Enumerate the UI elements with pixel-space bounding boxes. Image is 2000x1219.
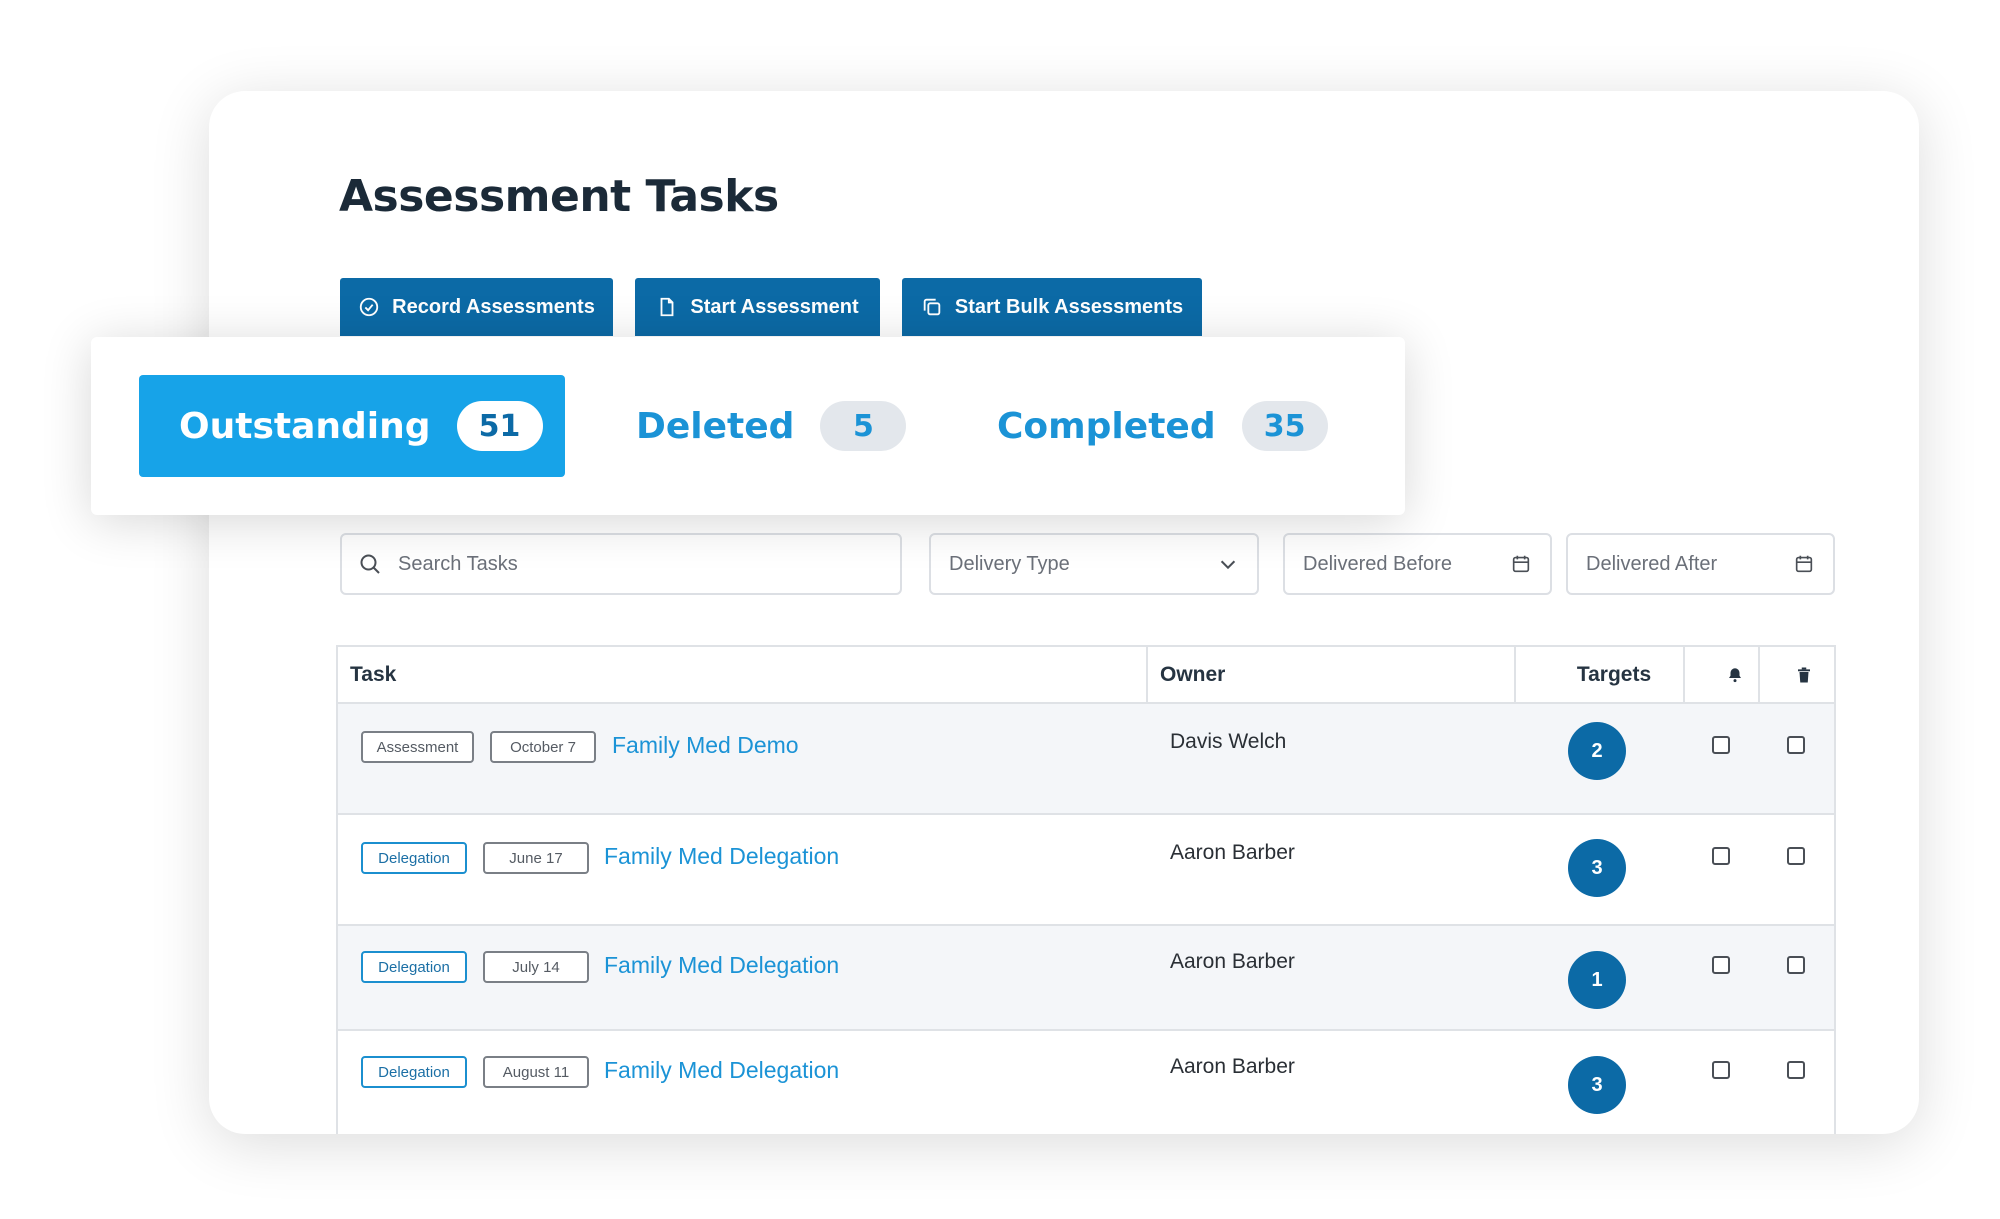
record-assessments-button[interactable]: Record Assessments (340, 278, 613, 336)
delivery-type-value: Delivery Type (949, 552, 1070, 575)
delivered-after-field[interactable]: Delivered After (1566, 533, 1835, 595)
task-link[interactable]: Family Med Delegation (604, 843, 839, 870)
task-owner: Aaron Barber (1170, 1055, 1295, 1078)
delete-checkbox[interactable] (1787, 1061, 1805, 1079)
task-link[interactable]: Family Med Delegation (604, 952, 839, 979)
delivered-before-placeholder: Delivered Before (1303, 552, 1452, 575)
tab-completed-label: Completed (997, 405, 1216, 447)
targets-count-badge[interactable]: 1 (1568, 951, 1626, 1009)
delivered-after-placeholder: Delivered After (1586, 552, 1718, 575)
search-field[interactable] (340, 533, 902, 595)
copy-documents-icon (923, 298, 941, 316)
column-header-targets: Targets (1576, 662, 1652, 686)
task-date-tag: July 14 (483, 951, 589, 983)
chevron-down-icon (1220, 560, 1236, 570)
start-assessment-button[interactable]: Start Assessment (635, 278, 880, 336)
calendar-icon (1512, 555, 1530, 573)
main-card: Assessment Tasks Record Assessments Star… (209, 91, 1919, 1134)
tab-outstanding-label: Outstanding (179, 405, 431, 447)
calendar-icon (1795, 555, 1813, 573)
delivered-before-field[interactable]: Delivered Before (1283, 533, 1552, 595)
task-type-tag: Delegation (361, 1056, 467, 1088)
trash-icon (1798, 667, 1810, 682)
delivery-type-select[interactable]: Delivery Type (929, 533, 1259, 595)
task-link[interactable]: Family Med Delegation (604, 1057, 839, 1084)
status-tabs: Outstanding 51 Deleted 5 Completed 35 (91, 337, 1405, 515)
check-circle-icon (359, 297, 379, 317)
task-link[interactable]: Family Med Demo (612, 732, 799, 759)
tab-completed[interactable]: Completed 35 (997, 375, 1328, 477)
tab-outstanding[interactable]: Outstanding 51 (139, 375, 565, 477)
notify-checkbox[interactable] (1712, 1061, 1730, 1079)
tasks-table: Task Owner Targets Assessment October 7 … (336, 645, 1836, 1134)
search-input[interactable] (396, 551, 900, 577)
delete-checkbox[interactable] (1787, 736, 1805, 754)
notify-checkbox[interactable] (1712, 847, 1730, 865)
tab-deleted-label: Deleted (636, 405, 795, 447)
table-row[interactable]: Delegation June 17 Family Med Delegation… (338, 813, 1834, 924)
targets-count-badge[interactable]: 3 (1568, 839, 1626, 897)
column-header-task: Task (350, 662, 397, 686)
outstanding-count-badge: 51 (456, 401, 543, 451)
delete-checkbox[interactable] (1787, 956, 1805, 974)
tab-deleted[interactable]: Deleted 5 (636, 375, 907, 477)
page-title: Assessment Tasks (339, 171, 779, 222)
start-bulk-assessments-label: Start Bulk Assessments (954, 295, 1184, 318)
search-icon (360, 554, 380, 574)
task-owner: Aaron Barber (1170, 841, 1295, 864)
table-row[interactable]: Delegation August 11 Family Med Delegati… (338, 1029, 1834, 1134)
deleted-count-badge: 5 (820, 401, 907, 451)
task-date-tag: October 7 (490, 731, 596, 763)
task-date-tag: August 11 (483, 1056, 589, 1088)
start-bulk-assessments-button[interactable]: Start Bulk Assessments (902, 278, 1202, 336)
task-owner: Davis Welch (1170, 730, 1287, 753)
table-row[interactable]: Assessment October 7 Family Med Demo Dav… (338, 702, 1834, 813)
targets-count-badge[interactable]: 2 (1568, 722, 1626, 780)
column-header-owner: Owner (1160, 662, 1226, 686)
notify-checkbox[interactable] (1712, 956, 1730, 974)
task-type-tag: Delegation (361, 951, 467, 983)
record-assessments-label: Record Assessments (392, 295, 595, 318)
completed-count-badge: 35 (1241, 401, 1328, 451)
task-owner: Aaron Barber (1170, 950, 1295, 973)
notify-checkbox[interactable] (1712, 736, 1730, 754)
bell-icon (1729, 667, 1741, 682)
column-header-delete (1774, 647, 1834, 702)
delete-checkbox[interactable] (1787, 847, 1805, 865)
start-assessment-label: Start Assessment (690, 295, 859, 318)
task-date-tag: June 17 (483, 842, 589, 874)
targets-count-badge[interactable]: 3 (1568, 1056, 1626, 1114)
column-header-notify (1698, 647, 1772, 702)
task-type-tag: Delegation (361, 842, 467, 874)
table-row[interactable]: Delegation July 14 Family Med Delegation… (338, 924, 1834, 1029)
document-icon (660, 297, 674, 317)
task-type-tag: Assessment (361, 731, 474, 763)
